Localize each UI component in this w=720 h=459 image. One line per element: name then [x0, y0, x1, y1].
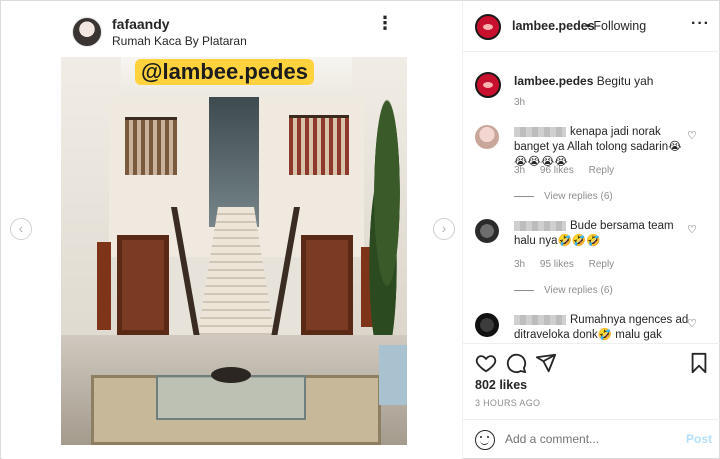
- heart-icon[interactable]: ♡: [687, 223, 697, 236]
- post-dialog: ‹ › fafaandy Rumah Kaca By Plataran ⋮ @l…: [0, 0, 720, 459]
- comment-avatar[interactable]: [475, 125, 499, 149]
- comments-panel: lambee.pedes • Following ··· lambee.pedes…: [462, 2, 720, 459]
- following-label[interactable]: Following: [593, 19, 646, 33]
- caption-avatar[interactable]: [475, 72, 501, 98]
- prev-arrow-icon[interactable]: ‹: [10, 218, 32, 240]
- comment-meta: 3h 95 likes Reply: [514, 259, 626, 270]
- reply-button[interactable]: Reply: [589, 259, 615, 270]
- heart-icon[interactable]: ♡: [687, 317, 697, 330]
- tapestry-left: [125, 117, 177, 175]
- repost-more-icon: ⋮: [376, 13, 394, 33]
- reply-button[interactable]: Reply: [589, 165, 615, 176]
- action-bar: 802 likes 3 HOURS AGO: [463, 343, 720, 423]
- repost-avatar: [72, 17, 102, 47]
- comment-likes[interactable]: 95 likes: [540, 259, 574, 270]
- door-right: [301, 235, 353, 335]
- sofa: [379, 345, 407, 405]
- comment-time: 3h: [514, 165, 526, 176]
- more-options-icon[interactable]: ···: [691, 15, 710, 33]
- view-replies[interactable]: View replies (6): [514, 285, 613, 296]
- view-replies[interactable]: View replies (6): [514, 191, 613, 202]
- door-left: [117, 235, 169, 335]
- likes-count[interactable]: 802 likes: [475, 378, 527, 392]
- save-bookmark-icon[interactable]: [688, 352, 710, 374]
- post-header: lambee.pedes • Following ···: [463, 2, 720, 52]
- avatar[interactable]: [475, 14, 501, 40]
- media-panel: ‹ › fafaandy Rumah Kaca By Plataran ⋮ @l…: [2, 2, 462, 459]
- post-button[interactable]: Post: [686, 432, 712, 446]
- watermark: @lambee.pedes: [135, 59, 314, 85]
- comment-input[interactable]: [505, 432, 675, 446]
- comment-avatar[interactable]: [475, 219, 499, 243]
- caption-username[interactable]: lambee.pedes: [514, 74, 593, 88]
- post-photo[interactable]: @lambee.pedes: [61, 57, 407, 445]
- tapestry-right: [289, 115, 349, 175]
- comment-time: 3h: [514, 259, 526, 270]
- post-timestamp: 3 HOURS AGO: [475, 398, 541, 408]
- comment-username-redacted[interactable]: [514, 126, 566, 137]
- emoji-smile-icon[interactable]: [475, 430, 495, 450]
- repost-header: fafaandy Rumah Kaca By Plataran ⋮: [72, 14, 402, 54]
- repost-username: fafaandy: [112, 16, 170, 32]
- comment-likes[interactable]: 96 likes: [540, 165, 574, 176]
- plant: [367, 97, 407, 337]
- comment-avatar[interactable]: [475, 313, 499, 337]
- next-arrow-icon[interactable]: ›: [433, 218, 455, 240]
- comment-meta: 3h 96 likes Reply: [514, 165, 626, 176]
- comment-icon[interactable]: [505, 352, 527, 374]
- comments-list[interactable]: lambee.pedes Begitu yah 3h kenapa jadi n…: [463, 53, 720, 343]
- caption-text: Begitu yah: [596, 74, 654, 88]
- separator: •: [586, 19, 591, 33]
- add-comment-bar: Post: [463, 419, 720, 459]
- like-heart-icon[interactable]: [475, 352, 497, 374]
- heart-icon[interactable]: ♡: [687, 129, 697, 142]
- comment-username-redacted[interactable]: [514, 220, 566, 231]
- caption-time: 3h: [514, 97, 526, 108]
- repost-location: Rumah Kaca By Plataran: [112, 34, 247, 48]
- share-icon[interactable]: [535, 352, 557, 374]
- comment-username-redacted[interactable]: [514, 314, 566, 325]
- follow-status[interactable]: • Following: [583, 19, 646, 33]
